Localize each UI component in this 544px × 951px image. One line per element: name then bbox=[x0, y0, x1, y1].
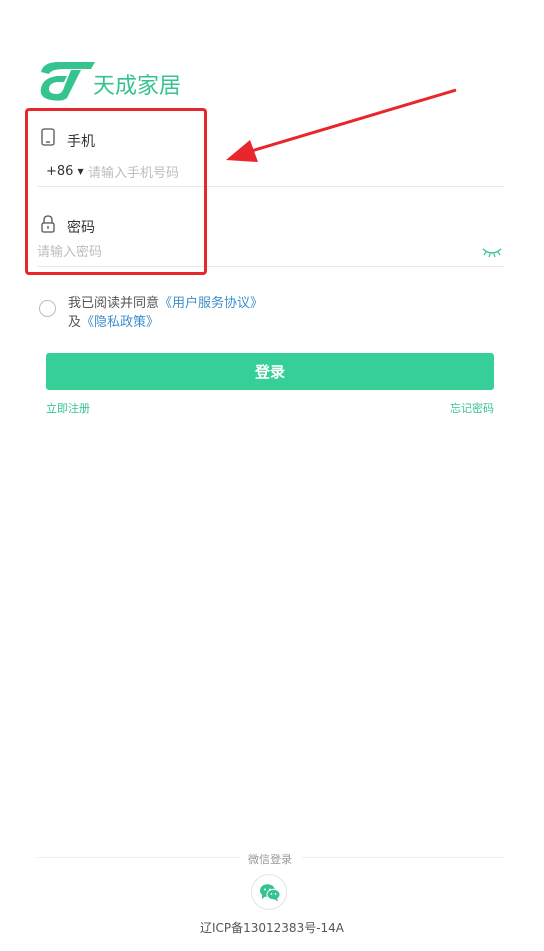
agreement-radio[interactable] bbox=[39, 300, 56, 317]
wechat-login-button[interactable] bbox=[251, 874, 287, 910]
icp-license: 辽ICP备13012383号-14A bbox=[199, 921, 345, 935]
wechat-divider-left bbox=[37, 857, 240, 858]
annotation-highlight-box bbox=[25, 108, 207, 275]
annotation-arrow-icon bbox=[226, 88, 457, 162]
eye-closed-icon[interactable] bbox=[482, 246, 502, 258]
agreement-prefix: 我已阅读并同意 bbox=[68, 296, 160, 311]
agreement-line-1: 我已阅读并同意《用户服务协议》 bbox=[68, 292, 263, 311]
logo-mark-icon bbox=[40, 62, 95, 101]
brand-name: 天成家居 bbox=[93, 74, 182, 99]
register-link[interactable]: 立即注册 bbox=[46, 400, 90, 416]
terms-link[interactable]: 《用户服务协议》 bbox=[159, 296, 263, 311]
privacy-link[interactable]: 《隐私政策》 bbox=[81, 315, 159, 330]
app-logo: 天成家居 bbox=[37, 58, 197, 104]
wechat-icon bbox=[260, 884, 281, 902]
login-button[interactable]: 登录 bbox=[46, 353, 494, 390]
forgot-password-link[interactable]: 忘记密码 bbox=[450, 400, 494, 416]
wechat-login-label: 微信登录 bbox=[248, 853, 292, 866]
wechat-divider-right bbox=[302, 857, 504, 858]
agreement-and: 及 bbox=[68, 315, 82, 330]
agreement-line-2: 及《隐私政策》 bbox=[68, 311, 159, 330]
